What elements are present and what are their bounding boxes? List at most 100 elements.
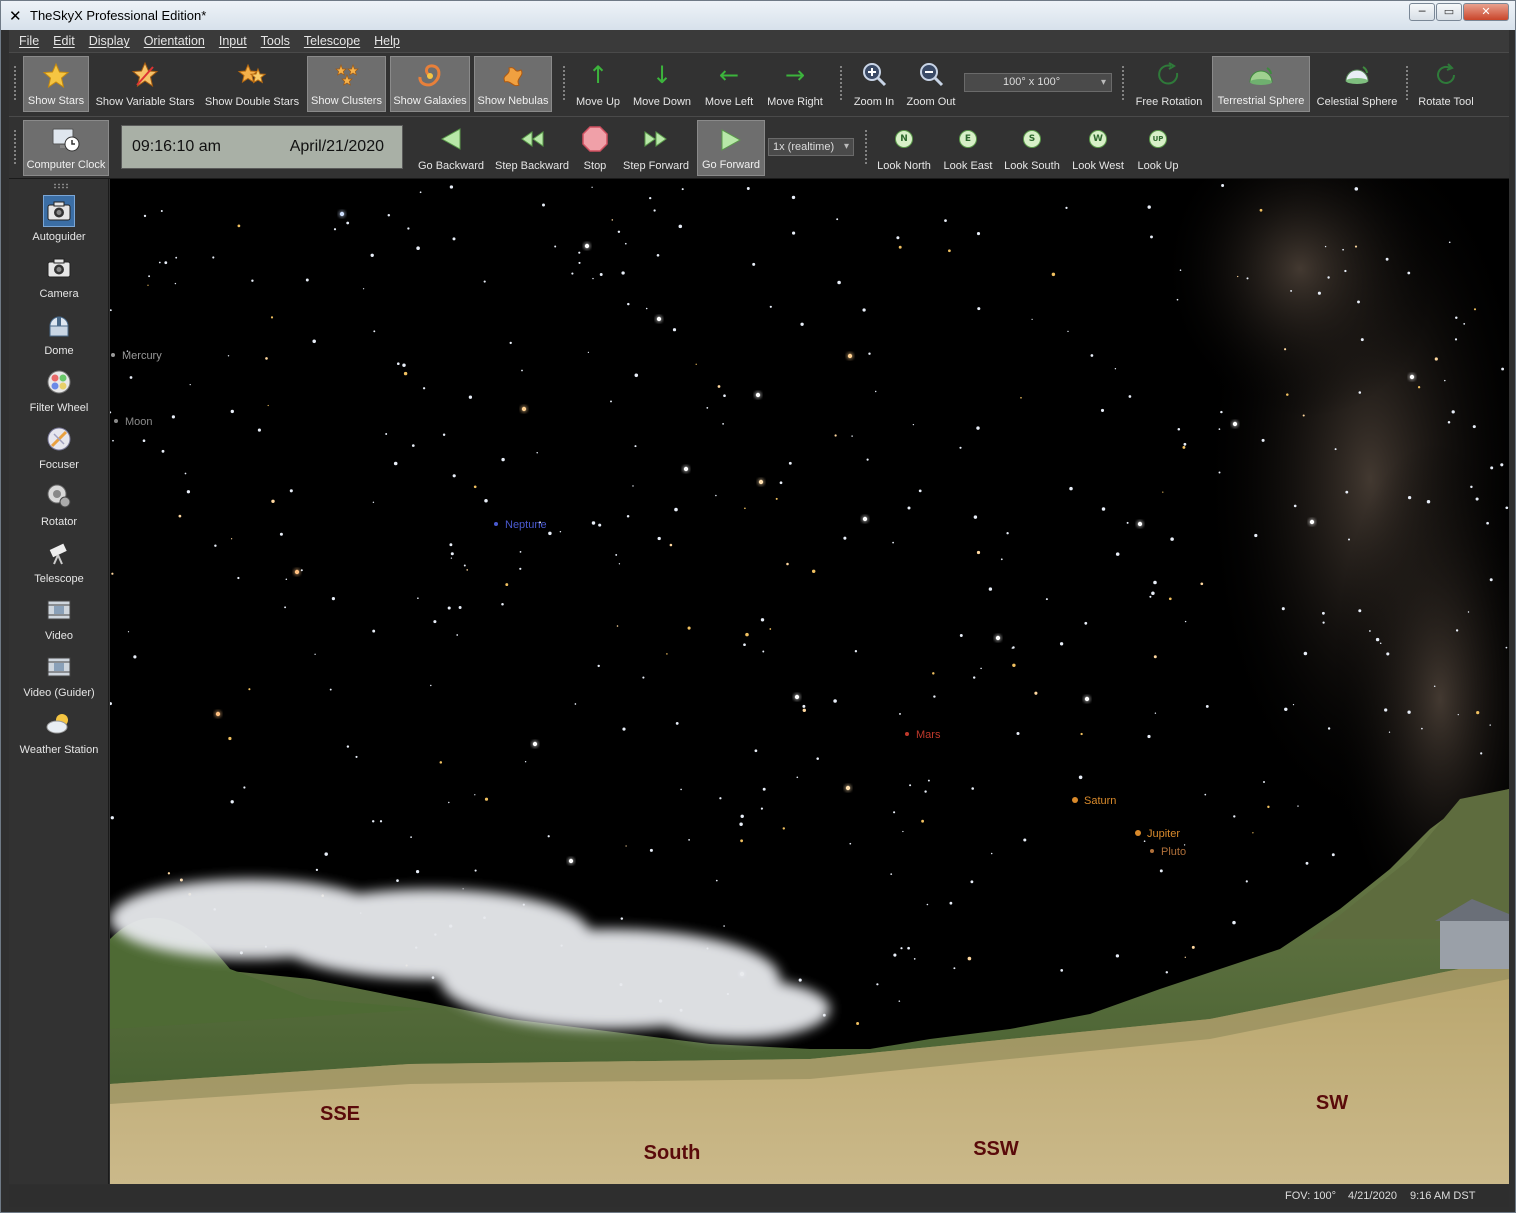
star[interactable] [230, 538, 233, 540]
look-up-button[interactable]: UP Look Up [1135, 120, 1181, 176]
star[interactable] [289, 489, 293, 493]
bright-star[interactable] [995, 635, 1001, 641]
star[interactable] [1254, 533, 1258, 538]
star[interactable] [1011, 647, 1014, 649]
star[interactable] [900, 947, 903, 950]
star[interactable] [760, 807, 764, 810]
star[interactable] [251, 279, 254, 282]
star[interactable] [674, 507, 678, 512]
star[interactable] [1281, 607, 1285, 611]
sky-canvas[interactable]: Mercury Moon Neptune Mars Saturn Jupiter Pluto… [110, 179, 1509, 1184]
star[interactable] [909, 784, 912, 787]
star[interactable] [1455, 316, 1458, 320]
star[interactable] [587, 351, 590, 354]
star[interactable] [625, 845, 627, 847]
star[interactable] [1426, 499, 1431, 504]
star[interactable] [147, 284, 149, 286]
sidebar-item-dome[interactable]: Dome [9, 307, 109, 364]
star[interactable] [843, 536, 847, 540]
bright-star[interactable] [1232, 421, 1238, 427]
menu-file[interactable]: File [19, 34, 39, 48]
star[interactable] [912, 423, 915, 426]
star[interactable] [447, 606, 451, 610]
star[interactable] [1331, 853, 1335, 857]
star[interactable] [110, 309, 112, 312]
star[interactable] [468, 395, 473, 399]
star[interactable] [175, 256, 178, 259]
star[interactable] [1182, 445, 1186, 449]
star[interactable] [1154, 712, 1157, 714]
star[interactable] [898, 1000, 901, 1002]
star[interactable] [402, 363, 406, 367]
bright-star[interactable] [521, 406, 527, 412]
star[interactable] [1354, 245, 1358, 248]
star[interactable] [1344, 269, 1347, 273]
star[interactable] [1114, 368, 1117, 370]
star[interactable] [973, 515, 978, 519]
star[interactable] [976, 550, 981, 555]
bright-star[interactable] [584, 243, 590, 249]
star[interactable] [1233, 815, 1236, 818]
fov-select[interactable]: 100° x 100° [964, 73, 1112, 92]
star[interactable] [110, 411, 112, 414]
star[interactable] [1159, 869, 1163, 873]
star[interactable] [1358, 609, 1362, 613]
star[interactable] [422, 387, 426, 390]
star[interactable] [634, 445, 637, 448]
star[interactable] [449, 543, 453, 547]
star[interactable] [362, 288, 365, 290]
star[interactable] [547, 835, 550, 838]
star[interactable] [456, 634, 459, 636]
star[interactable] [1327, 727, 1331, 730]
star[interactable] [1357, 300, 1360, 304]
star[interactable] [509, 341, 512, 345]
star[interactable] [373, 330, 376, 333]
bright-star[interactable] [568, 858, 574, 864]
star[interactable] [924, 790, 927, 793]
star[interactable] [688, 839, 690, 841]
star[interactable] [837, 280, 841, 285]
star[interactable] [591, 186, 593, 188]
step-forward-button[interactable]: Step Forward [619, 120, 693, 176]
bright-star[interactable] [794, 694, 800, 700]
star[interactable] [1149, 595, 1152, 598]
star[interactable] [932, 672, 935, 675]
star[interactable] [706, 407, 709, 409]
star[interactable] [448, 801, 450, 804]
star[interactable] [1143, 840, 1146, 843]
star[interactable] [1000, 558, 1003, 561]
star[interactable] [1470, 485, 1473, 489]
sidebar-item-camera[interactable]: Camera [9, 250, 109, 307]
go-backward-button[interactable]: Go Backward [415, 120, 487, 176]
mars-marker[interactable] [905, 732, 909, 736]
minimize-button[interactable]: ─ [1409, 3, 1435, 21]
star[interactable] [179, 878, 183, 882]
menu-telescope[interactable]: Telescope [304, 34, 360, 48]
star[interactable] [592, 277, 594, 280]
star[interactable] [953, 967, 956, 970]
star[interactable] [902, 830, 904, 833]
jupiter-label[interactable]: Jupiter [1147, 828, 1180, 840]
star[interactable] [990, 852, 993, 855]
toolbar-grip[interactable] [839, 65, 843, 101]
star[interactable] [410, 836, 412, 838]
star[interactable] [143, 214, 147, 218]
star[interactable] [800, 322, 804, 326]
star[interactable] [111, 572, 114, 575]
mars-label[interactable]: Mars [916, 729, 941, 741]
star[interactable] [970, 880, 974, 884]
star[interactable] [484, 797, 489, 801]
star[interactable] [1433, 685, 1436, 687]
star[interactable] [752, 262, 756, 266]
star[interactable] [675, 722, 679, 725]
star[interactable] [462, 888, 464, 890]
star[interactable] [744, 507, 746, 510]
star[interactable] [1067, 330, 1069, 333]
star[interactable] [505, 583, 509, 587]
bright-star[interactable] [532, 741, 538, 747]
star[interactable] [918, 489, 922, 493]
star[interactable] [133, 655, 137, 659]
menu-display[interactable]: Display [89, 34, 130, 48]
bright-star[interactable] [1137, 521, 1143, 527]
star[interactable] [597, 664, 600, 668]
